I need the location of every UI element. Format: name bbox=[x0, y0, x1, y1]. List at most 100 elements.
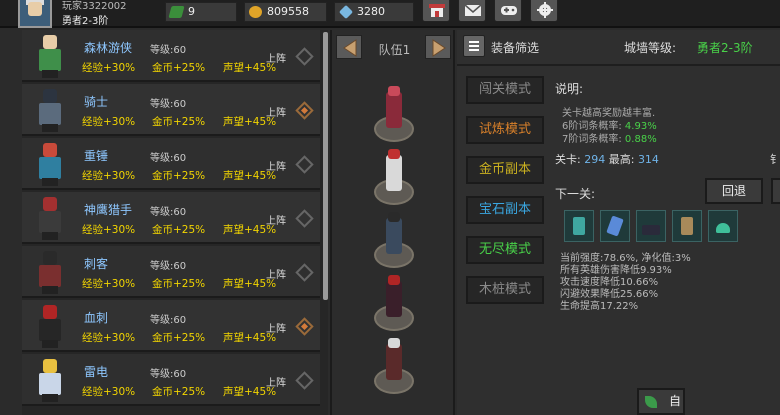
hero-list-scrollbar[interactable] bbox=[323, 32, 328, 300]
best-stage: 314 bbox=[637, 153, 659, 166]
hero-row[interactable]: 神鹰猎手 等级:60 经验+30% 金币+25% 声望+45% 上阵 bbox=[22, 192, 320, 244]
deploy-label: 上阵 bbox=[266, 270, 286, 281]
hero-row[interactable]: 血刺 等级:60 经验+30% 金币+25% 声望+45% 上阵 bbox=[22, 300, 320, 352]
wall-level-label: 城墙等级: bbox=[624, 41, 677, 55]
auto-label: 自 bbox=[669, 394, 682, 408]
team-prev-button[interactable] bbox=[336, 35, 362, 59]
hero-portrait bbox=[30, 33, 72, 79]
hero-gold-bonus: 金币+25% bbox=[152, 62, 206, 74]
deploy-toggle[interactable] bbox=[295, 101, 314, 120]
hero-exp-bonus: 经验+30% bbox=[82, 224, 136, 236]
hero-list[interactable]: 森林游侠 等级:60 经验+30% 金币+25% 声望+45% 上阵 骑士 等级:60 经验+3… bbox=[22, 30, 328, 415]
team-slot[interactable] bbox=[368, 275, 420, 333]
team-slot[interactable] bbox=[368, 338, 420, 396]
hero-portrait bbox=[30, 87, 72, 133]
current-stage: 294 bbox=[584, 153, 606, 166]
hero-row[interactable]: 雷电 等级:60 经验+30% 金币+25% 声望+45% 上阵 bbox=[22, 354, 320, 406]
deploy-label: 上阵 bbox=[266, 54, 286, 65]
hero-level: 等级:60 bbox=[150, 153, 187, 164]
equipment-filter-button[interactable] bbox=[463, 35, 485, 57]
deploy-label: 上阵 bbox=[266, 378, 286, 389]
hero-row[interactable]: 骑士 等级:60 经验+30% 金币+25% 声望+45% 上阵 bbox=[22, 84, 320, 136]
player-avatar[interactable] bbox=[18, 0, 52, 28]
team-hero-sprite bbox=[386, 281, 402, 317]
team-slot[interactable] bbox=[368, 212, 420, 270]
energy-counter: 9 bbox=[165, 2, 237, 22]
shop-icon bbox=[429, 4, 445, 17]
mode-button[interactable]: 金币副本 bbox=[466, 156, 544, 184]
deploy-label: 上阵 bbox=[266, 324, 286, 335]
mode-button[interactable]: 试炼模式 bbox=[466, 116, 544, 144]
hero-name: 雷电 bbox=[84, 365, 109, 379]
ice-mage-icon[interactable] bbox=[600, 210, 630, 242]
slime-icon[interactable] bbox=[708, 210, 738, 242]
shop-button[interactable] bbox=[422, 0, 450, 22]
deploy-label: 上阵 bbox=[266, 216, 286, 227]
hero-portrait bbox=[30, 195, 72, 241]
deploy-toggle[interactable] bbox=[295, 317, 314, 336]
hero-gold-bonus: 金币+25% bbox=[152, 386, 206, 398]
hero-gold-bonus: 金币+25% bbox=[152, 224, 206, 236]
hero-name: 骑士 bbox=[84, 95, 109, 109]
deploy-label: 上阵 bbox=[266, 108, 286, 119]
teal-warrior-icon[interactable] bbox=[564, 210, 594, 242]
mode-button[interactable]: 宝石副本 bbox=[466, 196, 544, 224]
deploy-toggle[interactable] bbox=[295, 47, 314, 66]
deploy-toggle[interactable] bbox=[295, 263, 314, 282]
hero-row[interactable]: 刺客 等级:60 经验+30% 金币+25% 声望+45% 上阵 bbox=[22, 246, 320, 298]
mode-button[interactable]: 木桩模式 bbox=[466, 276, 544, 304]
equipment-filter-label: 装备筛选 bbox=[491, 41, 540, 55]
hero-row[interactable]: 森林游侠 等级:60 经验+30% 金币+25% 声望+45% 上阵 bbox=[22, 30, 320, 82]
team-slot[interactable] bbox=[368, 149, 420, 207]
top-bar: 玩家3322002 勇者2-3阶 9 809558 3280 bbox=[0, 0, 780, 28]
energy-value: 9 bbox=[188, 5, 195, 18]
deploy-toggle[interactable] bbox=[295, 155, 314, 174]
hero-name: 刺客 bbox=[84, 257, 109, 271]
team-hero-sprite bbox=[386, 218, 402, 254]
hero-exp-bonus: 经验+30% bbox=[82, 62, 136, 74]
deploy-toggle[interactable] bbox=[295, 371, 314, 390]
next-stage-label: 下一关: bbox=[555, 187, 596, 201]
armored-knight-icon[interactable] bbox=[672, 210, 702, 242]
hero-portrait bbox=[30, 357, 72, 403]
team-hero-sprite bbox=[386, 344, 402, 380]
mail-icon bbox=[464, 4, 482, 16]
hero-portrait bbox=[30, 303, 72, 349]
gold-value: 809558 bbox=[267, 5, 309, 18]
hero-level: 等级:60 bbox=[150, 315, 187, 326]
shadow-beast-icon[interactable] bbox=[636, 210, 666, 242]
team-slot[interactable] bbox=[368, 86, 420, 144]
mode-button[interactable]: 无尽模式 bbox=[466, 236, 544, 264]
mode-button[interactable]: 闯关模式 bbox=[466, 76, 544, 104]
clipped-button[interactable] bbox=[771, 178, 780, 204]
deploy-toggle[interactable] bbox=[295, 209, 314, 228]
rollback-button[interactable]: 回退 bbox=[705, 178, 763, 204]
energy-icon bbox=[168, 6, 185, 18]
hero-exp-bonus: 经验+30% bbox=[82, 332, 136, 344]
wall-level-value: 勇者2-3阶 bbox=[697, 41, 753, 55]
tier7-chance: 7阶词条概率: 0.88% bbox=[562, 134, 657, 145]
clipped-text: 钅 bbox=[770, 153, 780, 166]
description-title: 说明: bbox=[555, 82, 584, 96]
hero-portrait bbox=[30, 141, 72, 187]
gamepad-button[interactable] bbox=[494, 0, 522, 22]
team-label: 队伍1 bbox=[378, 43, 411, 57]
player-name: 玩家3322002 bbox=[62, 1, 127, 12]
hero-exp-bonus: 经验+30% bbox=[82, 278, 136, 290]
team-next-button[interactable] bbox=[425, 35, 451, 59]
hero-level: 等级:60 bbox=[150, 99, 187, 110]
auto-button[interactable]: 自 bbox=[637, 388, 685, 415]
stage-modifier: 生命提高17.22% bbox=[560, 301, 639, 312]
mail-button[interactable] bbox=[458, 0, 486, 22]
team-column: 队伍1 bbox=[330, 30, 455, 415]
hero-gold-bonus: 金币+25% bbox=[152, 170, 206, 182]
settings-icon bbox=[537, 2, 553, 18]
gold-coin-icon bbox=[249, 6, 262, 18]
team-hero-sprite bbox=[386, 92, 402, 128]
panel-divider bbox=[457, 64, 780, 66]
hero-name: 重锤 bbox=[84, 149, 109, 163]
settings-button[interactable] bbox=[530, 0, 558, 22]
hero-row[interactable]: 重锤 等级:60 经验+30% 金币+25% 声望+45% 上阵 bbox=[22, 138, 320, 190]
hero-exp-bonus: 经验+30% bbox=[82, 170, 136, 182]
hero-level: 等级:60 bbox=[150, 207, 187, 218]
